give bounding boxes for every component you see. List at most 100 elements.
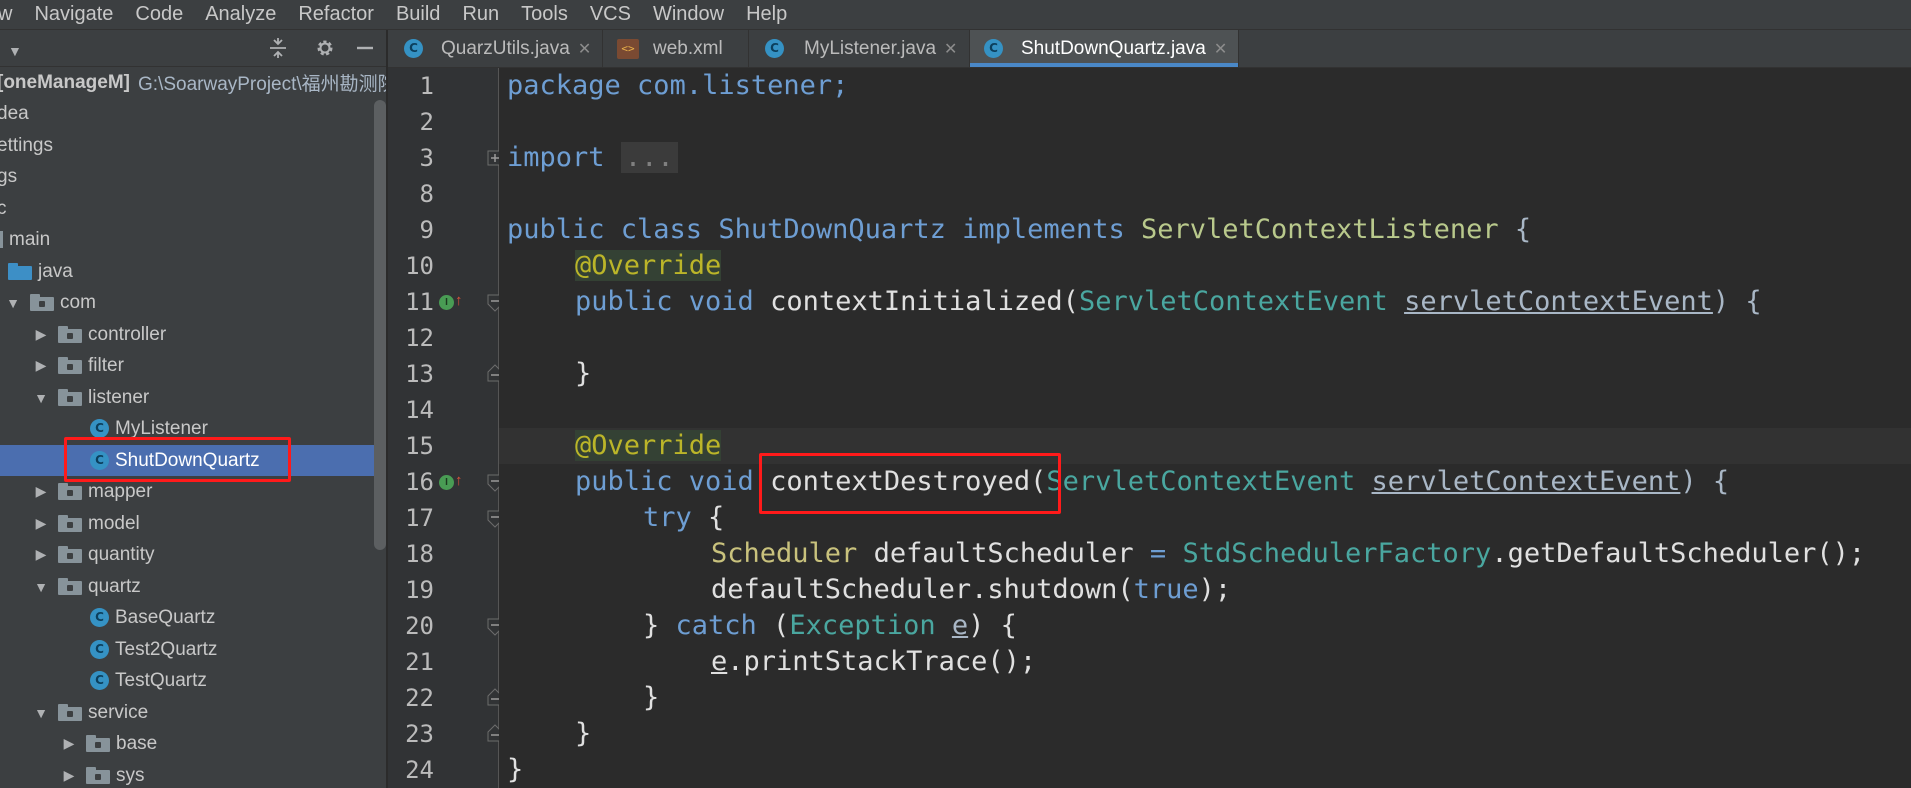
- tree-item-testquartz[interactable]: C TestQuartz: [0, 665, 386, 696]
- tree-item-sys[interactable]: ▶ sys: [0, 760, 386, 788]
- menu-item-analyze[interactable]: Analyze: [205, 3, 276, 26]
- line-number: 19: [405, 576, 434, 604]
- line-number: 9: [419, 216, 434, 244]
- package-icon: [58, 483, 82, 500]
- class-icon: C: [90, 640, 109, 659]
- tree-item-base[interactable]: ▶ base: [0, 728, 386, 759]
- tree-item[interactable]: gs: [0, 161, 386, 192]
- gear-icon[interactable]: [314, 37, 336, 64]
- tree-item-listener[interactable]: ▼ listener: [0, 382, 386, 413]
- code-editor[interactable]: package com.listener; import ... public …: [499, 68, 1911, 788]
- line-number: 21: [405, 648, 434, 676]
- tree-item-com[interactable]: ▼ com: [0, 287, 386, 318]
- tree-item-java[interactable]: java: [0, 256, 386, 287]
- tree-root-module[interactable]: [oneManageM] G:\SoarwayProject\福州勘测院: [0, 67, 386, 98]
- menu-item-window[interactable]: Window: [653, 3, 724, 26]
- line-number: 16: [405, 468, 434, 496]
- menu-item-build[interactable]: Build: [396, 3, 440, 26]
- tree-item-label: main: [9, 228, 51, 250]
- tree-item-test2quartz[interactable]: C Test2Quartz: [0, 634, 386, 665]
- package-icon: [58, 546, 82, 563]
- code-line-10: @Override: [575, 250, 722, 281]
- collapsed-arrow-icon[interactable]: ▶: [34, 483, 48, 500]
- tree-item-model[interactable]: ▶ model: [0, 508, 386, 539]
- tab-web-xml[interactable]: <> web.xml: [603, 30, 749, 67]
- editor-gutter[interactable]: 1 2 3 8 9 10 11 12 13 14 15 16 17 18 19 …: [388, 68, 499, 788]
- collapse-all-icon[interactable]: [268, 37, 288, 64]
- package-icon: [58, 326, 82, 343]
- tree-item[interactable]: c: [0, 193, 386, 224]
- hide-panel-icon[interactable]: [355, 37, 375, 64]
- tree-item-filter[interactable]: ▶ filter: [0, 350, 386, 381]
- menu-item-tools[interactable]: Tools: [521, 3, 568, 26]
- tree-item-label: controller: [88, 323, 167, 345]
- menu-item-run[interactable]: Run: [462, 3, 499, 26]
- tree-item-label: ettings: [0, 134, 53, 156]
- package-icon: [58, 515, 82, 532]
- tree-item-quartz[interactable]: ▼ quartz: [0, 571, 386, 602]
- tree-item-label: c: [0, 197, 7, 219]
- code-line-13: }: [575, 358, 592, 389]
- expanded-arrow-icon[interactable]: ▼: [6, 295, 20, 311]
- tree-item-label: gs: [0, 165, 18, 187]
- menu-item-vcs[interactable]: VCS: [590, 3, 631, 26]
- tree-item[interactable]: dea: [0, 98, 386, 129]
- close-icon[interactable]: ✕: [578, 39, 591, 59]
- tree-item-label: quantity: [88, 543, 155, 565]
- package-icon: [58, 357, 82, 374]
- class-icon: C: [765, 39, 784, 58]
- menu-item-navigate[interactable]: Navigate: [34, 3, 113, 26]
- expanded-arrow-icon[interactable]: ▼: [34, 705, 48, 721]
- collapsed-arrow-icon[interactable]: ▶: [62, 735, 76, 752]
- tree-item-label: filter: [88, 354, 124, 376]
- tab-quarzutils[interactable]: C QuarzUtils.java ✕: [388, 30, 603, 67]
- folded-imports[interactable]: ...: [620, 142, 678, 173]
- class-icon: C: [404, 39, 423, 58]
- code-line-22: }: [643, 682, 660, 713]
- expanded-arrow-icon[interactable]: ▼: [34, 390, 48, 406]
- package-icon: [86, 767, 110, 784]
- menu-item-refactor[interactable]: Refactor: [298, 3, 374, 26]
- expanded-arrow-icon[interactable]: ▼: [34, 579, 48, 595]
- tree-item-quantity[interactable]: ▶ quantity: [0, 539, 386, 570]
- code-line-3: import ...: [507, 140, 1911, 176]
- collapsed-arrow-icon[interactable]: ▶: [34, 515, 48, 532]
- collapsed-arrow-icon[interactable]: ▶: [34, 326, 48, 343]
- tab-shutdownquartz-active[interactable]: C ShutDownQuartz.java ✕: [970, 30, 1239, 67]
- close-icon[interactable]: ✕: [1214, 39, 1227, 59]
- tree-item-label: dea: [0, 102, 29, 124]
- line-number: 15: [405, 432, 434, 460]
- tree-item[interactable]: ettings: [0, 130, 386, 161]
- tree-item-controller[interactable]: ▶ controller: [0, 319, 386, 350]
- close-icon[interactable]: ✕: [944, 39, 957, 59]
- tree-item-main[interactable]: main: [0, 224, 386, 255]
- menu-item-help[interactable]: Help: [746, 3, 787, 26]
- tree-item-service[interactable]: ▼ service: [0, 697, 386, 728]
- class-icon: C: [984, 39, 1003, 58]
- tree-item-label: model: [88, 512, 140, 534]
- tree-item-label: sys: [116, 764, 145, 786]
- menu-item-code[interactable]: Code: [135, 3, 183, 26]
- implements-method-icon[interactable]: I ↑: [439, 292, 463, 315]
- collapsed-arrow-icon[interactable]: ▶: [34, 357, 48, 374]
- package-icon: [58, 389, 82, 406]
- collapsed-arrow-icon[interactable]: ▶: [34, 546, 48, 563]
- menu-item-window-partial[interactable]: w: [0, 3, 12, 26]
- source-folder-icon: [8, 263, 32, 280]
- code-line-1: package com.listener;: [507, 70, 849, 101]
- tab-mylistener[interactable]: C MyListener.java ✕: [749, 30, 970, 67]
- project-toolbar: ▼: [0, 30, 386, 67]
- tree-item-label: com: [60, 291, 96, 313]
- collapsed-arrow-icon[interactable]: ▶: [62, 767, 76, 784]
- project-scrollbar[interactable]: [374, 100, 386, 550]
- view-dropdown-chevron-icon[interactable]: ▼: [8, 40, 22, 62]
- tab-label: MyListener.java: [804, 37, 937, 59]
- project-tool-window: ▼ [oneManageM] G:\SoarwayProject\福州勘测院 d…: [0, 30, 386, 788]
- tree-root-path: G:\SoarwayProject\福州勘测院: [138, 74, 386, 95]
- implements-method-icon[interactable]: I ↑: [439, 472, 463, 495]
- tree-item-label: BaseQuartz: [115, 606, 216, 628]
- line-number: 13: [405, 360, 434, 388]
- tree-root-label: [oneManageM]: [0, 71, 130, 93]
- tree-item-basequartz[interactable]: C BaseQuartz: [0, 602, 386, 633]
- tab-label: ShutDownQuartz.java: [1021, 37, 1206, 59]
